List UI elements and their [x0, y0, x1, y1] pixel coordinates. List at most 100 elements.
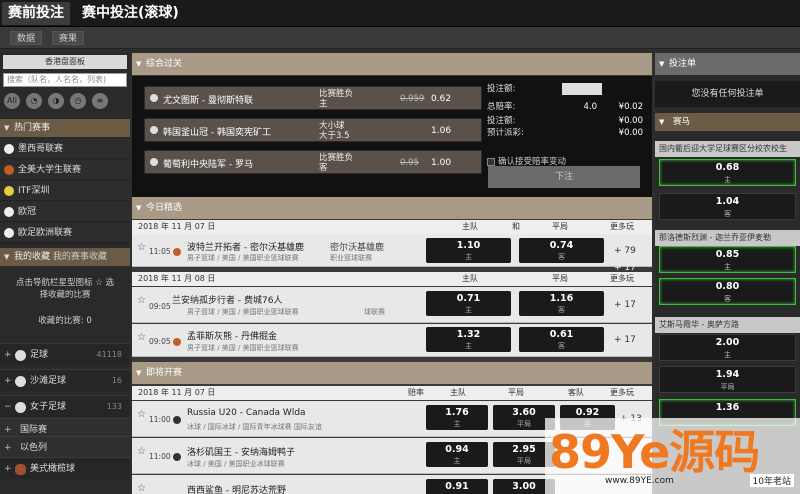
football-icon: [15, 464, 26, 475]
odds-button-home[interactable]: 0.91: [426, 479, 488, 494]
parlay-header[interactable]: ▼ 综合过关: [132, 53, 652, 75]
soccer-ball-icon: [4, 144, 14, 154]
odds-button-away[interactable]: 0.74 客: [519, 238, 604, 263]
watermark: 89Ye源码 www.89YE.com 10年老站: [545, 418, 800, 494]
featured-odds-button[interactable]: 0.80 客: [659, 278, 796, 305]
star-icon[interactable]: ☆: [137, 242, 146, 253]
remove-leg-icon[interactable]: [150, 126, 158, 134]
left-sidebar: 香港盘面板 搜索（队名，人名名，列表) All ◔ ◑ ◷ ≡ ▼ 热门赛事 墨西…: [0, 53, 130, 494]
sport-item-soccer[interactable]: + 足球 41118: [0, 343, 130, 365]
odds-button-home[interactable]: 0.94 主: [426, 442, 488, 467]
pie-icon[interactable]: ◔: [26, 93, 42, 109]
collapse-icon: ▼: [136, 60, 142, 68]
soccer-ball-icon: [4, 207, 14, 217]
star-icon[interactable]: ☆: [137, 295, 146, 306]
featured-match: 那洛德斯烈渊 - 迦兰乔亚伊麦勒: [655, 230, 800, 246]
featured-match: 艾斯马霞华 - 奥萨方路: [655, 317, 800, 333]
search-input[interactable]: 搜索（队名，人名名，列表): [3, 73, 127, 87]
parlay-leg[interactable]: 葡萄利中央陆军 - 罗马 比赛胜负客 0.95 1.00: [144, 150, 482, 174]
odds-button-home[interactable]: 1.32 主: [426, 327, 511, 352]
sport-sub-israel[interactable]: + 以色列: [0, 436, 130, 458]
favorites-hint: 择收藏的比赛: [39, 290, 91, 300]
star-icon[interactable]: ☆: [137, 483, 146, 494]
parlay-panel: 尤文图斯 - 曼彻斯特联 比赛胜负主 0.959 0.62 韩国釜山冠 - 韩国奕宪矿…: [132, 76, 652, 200]
top-bar: 赛前投注 赛中投注(滚球): [0, 0, 800, 27]
site-logo: 89Ye源码: [549, 425, 760, 479]
more-markets-link[interactable]: + 17: [614, 335, 636, 345]
basketball-icon: [173, 248, 181, 256]
odds-filter[interactable]: 香港盘面板: [3, 55, 127, 69]
soccer-ball-icon: [15, 376, 26, 387]
clock-icon[interactable]: ◷: [70, 93, 86, 109]
tab-results[interactable]: 赛果: [52, 31, 85, 45]
parlay-leg[interactable]: 韩国釜山冠 - 韩国奕宪矿工 大小球 大于3.5 1.06: [144, 118, 482, 142]
basketball-icon: [173, 338, 181, 346]
filter-icons: All ◔ ◑ ◷ ≡: [4, 93, 128, 111]
odds-button-home[interactable]: 1.10 主: [426, 238, 511, 263]
star-icon[interactable]: ☆: [137, 446, 146, 457]
favorites-header[interactable]: ▼ 我的收藏 我的赛事收藏: [0, 248, 130, 266]
featured-odds-button[interactable]: 1.94 平局: [659, 366, 796, 393]
remove-leg-icon[interactable]: [150, 158, 158, 166]
more-markets-link[interactable]: + 17: [614, 300, 636, 310]
featured-odds-button[interactable]: 2.00 主: [659, 334, 796, 361]
star-icon[interactable]: ☆: [137, 332, 146, 343]
today-header[interactable]: ▼ 今日精选: [132, 197, 652, 219]
date-bar: 2018 年 11 月 07 日赔率 主队 平局 客队 更多玩: [132, 386, 652, 400]
parlay-summary: 投注额: 总赔率: 4.0 ¥0.02 投注额: ¥0.00 预计派彩: ¥0.00 确…: [487, 83, 643, 167]
more-markets-link[interactable]: + 17: [614, 263, 636, 273]
collapse-icon: ▼: [136, 369, 142, 377]
match-row[interactable]: ☆ 09:05 兰安纳孤步行者 - 费城76人 男子篮球 / 美国 / 美国职业…: [132, 287, 652, 323]
collapse-icon: ▼: [4, 253, 10, 261]
featured-match: 国内衢后迎大学足球赛区分校农校生: [655, 141, 800, 157]
hot-item[interactable]: ITF深圳: [0, 181, 130, 201]
sport-item-womens-soccer[interactable]: − 女子足球 133: [0, 395, 130, 417]
parlay-leg[interactable]: 尤文图斯 - 曼彻斯特联 比赛胜负主 0.959 0.62: [144, 86, 482, 110]
odds-button-home[interactable]: 1.76 主: [426, 405, 488, 430]
tab-prematch[interactable]: 赛前投注: [2, 2, 70, 25]
sport-item-american-football[interactable]: + 美式橄榄球: [0, 457, 130, 479]
hockey-puck-icon: [173, 453, 181, 461]
site-tag: 10年老站: [749, 474, 794, 487]
tab-inplay[interactable]: 赛中投注(滚球): [76, 2, 185, 25]
featured-header[interactable]: ▼ 赛马: [655, 113, 800, 131]
soccer-ball-icon: [15, 350, 26, 361]
upcoming-header[interactable]: ▼ 即将开赛: [132, 362, 652, 384]
sub-bar: 数据 赛果: [0, 27, 800, 49]
bet-slip-header[interactable]: ▼ 投注单: [655, 53, 800, 75]
basketball-icon: [4, 165, 14, 175]
place-bet-button[interactable]: 下注: [488, 166, 640, 188]
pie-half-icon[interactable]: ◑: [48, 93, 64, 109]
date-bar: 2018 年 11 月 08 日主队 平局 更多玩: [132, 272, 652, 286]
hot-item[interactable]: 全美大学生联赛: [0, 160, 130, 180]
collapse-icon: ▼: [659, 118, 665, 126]
sport-item-beach-soccer[interactable]: + 沙滩足球 16: [0, 369, 130, 391]
all-icon[interactable]: All: [4, 93, 20, 109]
star-icon[interactable]: ☆: [137, 409, 146, 420]
odds-button-away[interactable]: 0.61 客: [519, 327, 604, 352]
match-row[interactable]: ☆ 11:05 波特兰开拓者 - 密尔沃基雄鹿 男子篮球 / 美国 / 美国职业…: [132, 234, 652, 267]
hot-item[interactable]: 欧冠: [0, 202, 130, 222]
hot-item[interactable]: 欧足欧洲联赛: [0, 223, 130, 243]
featured-odds-button[interactable]: 1.04 客: [659, 193, 796, 220]
hockey-puck-icon: [173, 416, 181, 424]
featured-odds-button[interactable]: 0.85 主: [659, 246, 796, 273]
tennis-ball-icon: [4, 186, 14, 196]
stake-input[interactable]: [562, 83, 602, 95]
featured-odds-button[interactable]: 0.68 主: [659, 159, 796, 186]
more-markets-link[interactable]: + 79: [614, 246, 636, 256]
hot-events-header[interactable]: ▼ 热门赛事: [0, 119, 130, 137]
collapse-icon: ▼: [659, 60, 665, 68]
tab-data[interactable]: 数据: [10, 31, 43, 45]
hot-item[interactable]: 墨西哥联赛: [0, 139, 130, 159]
date-bar: 2018 年 11 月 07 日主队和平局 更多玩: [132, 220, 652, 234]
list-icon[interactable]: ≡: [92, 93, 108, 109]
odds-button-away[interactable]: 1.16 客: [519, 291, 604, 316]
remove-leg-icon[interactable]: [150, 94, 158, 102]
collapse-icon: ▼: [4, 124, 10, 132]
odds-button-home[interactable]: 0.71 主: [426, 291, 511, 316]
soccer-ball-icon: [4, 228, 14, 238]
favorites-count: 收藏的比赛: 0: [38, 316, 92, 326]
favorites-hint: 点击导航栏星型图标 ☆ 选: [15, 278, 115, 288]
match-row[interactable]: ☆ 09:05 孟菲斯灰熊 - 丹佛掘金 男子篮球 / 美国 / 美国职业篮球联…: [132, 324, 652, 357]
